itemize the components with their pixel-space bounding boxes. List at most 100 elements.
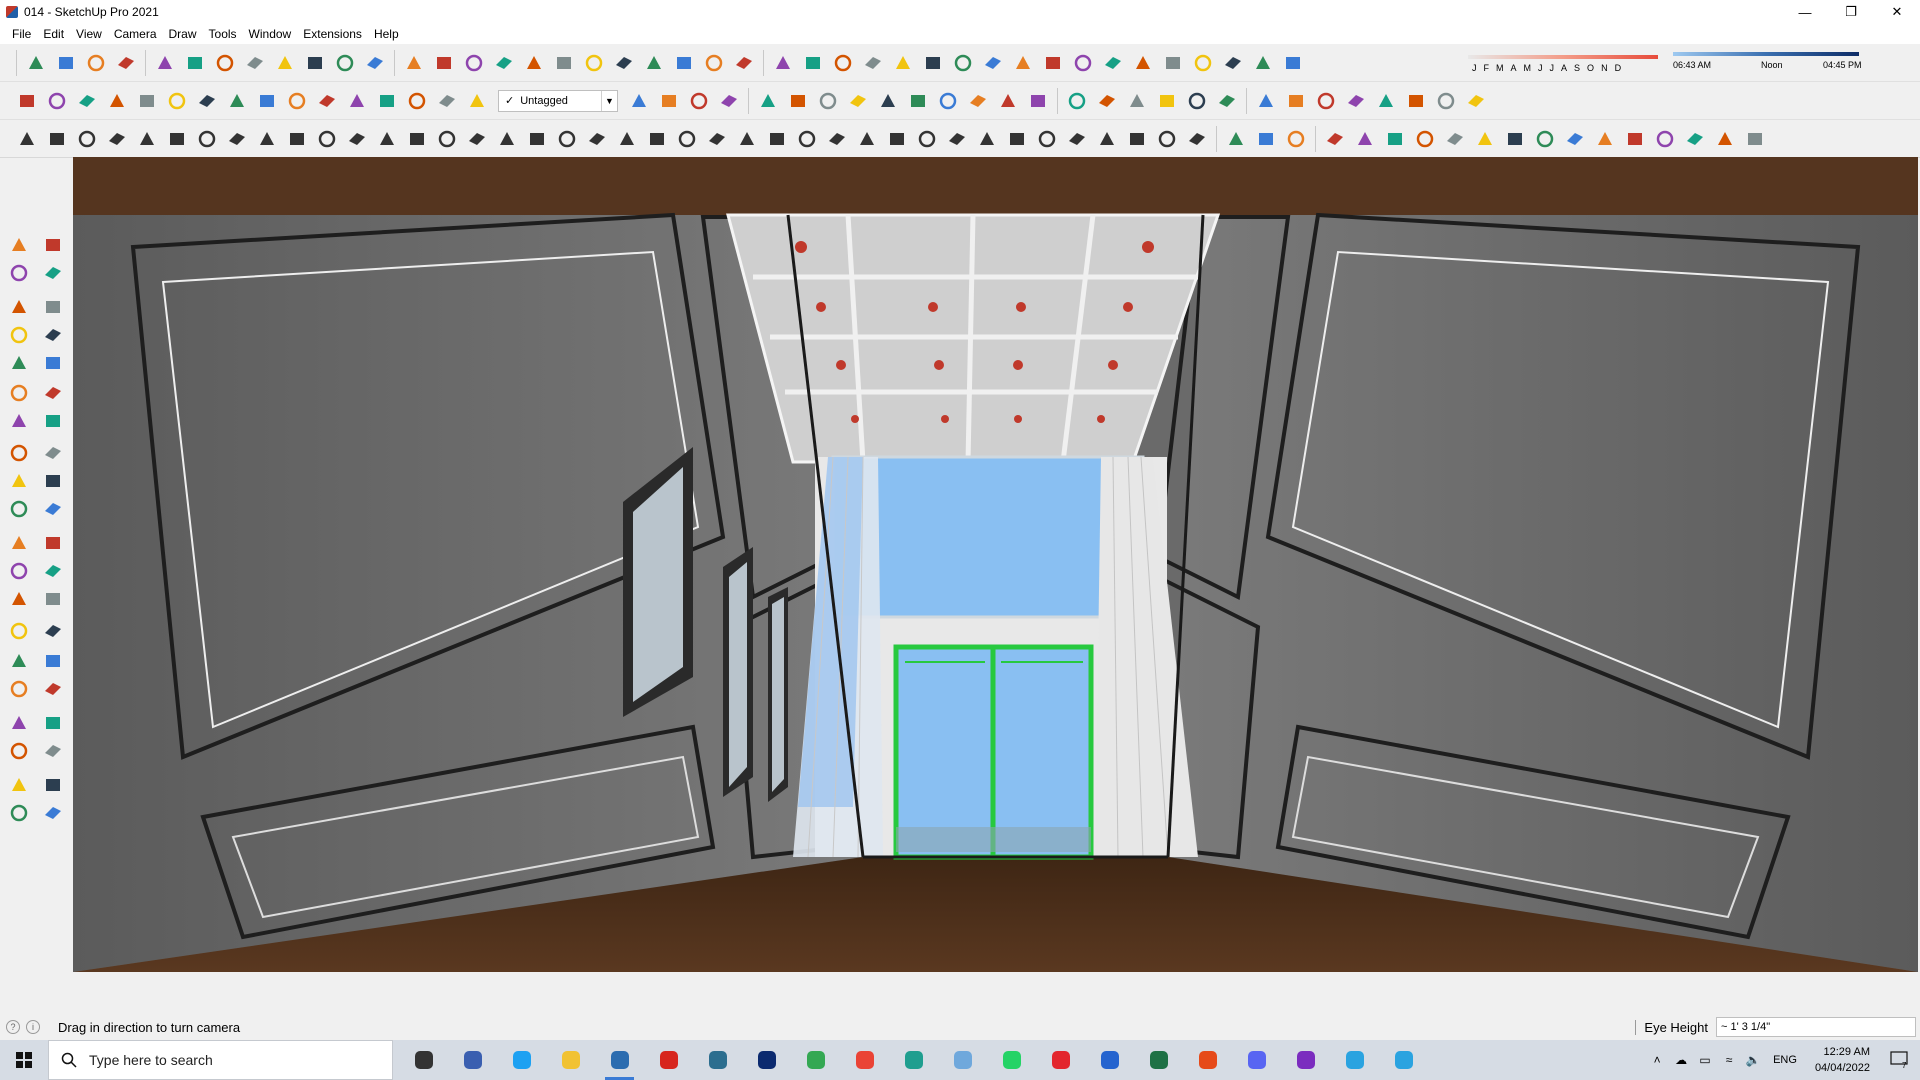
chrome-icon[interactable] — [791, 1040, 840, 1080]
toolbar2-tool-icon-16[interactable] — [624, 86, 654, 116]
toolbar1-tool-icon-4[interactable] — [150, 48, 180, 78]
toolbar2-tool-icon-35[interactable] — [1212, 86, 1242, 116]
toolbar1-tool-icon-9[interactable] — [300, 48, 330, 78]
toolbar3-tool-icon-14[interactable] — [432, 124, 462, 154]
move-icon[interactable] — [4, 438, 34, 468]
toolbar3-tool-icon-50[interactable] — [1530, 124, 1560, 154]
toolbar1-tool-icon-11[interactable] — [360, 48, 390, 78]
toolbar1-tool-icon-13[interactable] — [429, 48, 459, 78]
menu-camera[interactable]: Camera — [108, 27, 163, 41]
text-icon[interactable] — [38, 556, 68, 586]
excel-icon[interactable] — [1134, 1040, 1183, 1080]
time-slider[interactable]: 06:43 AM Noon 04:45 PM — [1673, 52, 1863, 74]
toolbar3-tool-icon-47[interactable] — [1440, 124, 1470, 154]
toolbar3-tool-icon-4[interactable] — [132, 124, 162, 154]
toolbar2-tool-icon-8[interactable] — [252, 86, 282, 116]
toolbar2-tool-icon-10[interactable] — [312, 86, 342, 116]
toolbar3-tool-icon-27[interactable] — [822, 124, 852, 154]
style-builder-icon[interactable] — [938, 1040, 987, 1080]
toolbar2-tool-icon-13[interactable] — [402, 86, 432, 116]
push-pull-icon[interactable] — [38, 438, 68, 468]
menu-edit[interactable]: Edit — [37, 27, 70, 41]
toolbar3-tool-icon-39[interactable] — [1182, 124, 1212, 154]
polygon-icon[interactable] — [38, 348, 68, 378]
toolbar2-tool-icon-22[interactable] — [813, 86, 843, 116]
zoom-extents-icon[interactable] — [4, 674, 34, 704]
toolbar1-tool-icon-18[interactable] — [579, 48, 609, 78]
toolbar1-tool-icon-27[interactable] — [858, 48, 888, 78]
toolbar2-tool-icon-30[interactable] — [1062, 86, 1092, 116]
toolbar3-tool-icon-57[interactable] — [1740, 124, 1770, 154]
vcb-value-field[interactable]: ~ 1' 3 1/4" — [1716, 1017, 1916, 1037]
toolbar2-tool-icon-25[interactable] — [903, 86, 933, 116]
task-view-icon[interactable] — [399, 1040, 448, 1080]
offset-icon[interactable] — [38, 494, 68, 524]
toolbar2-tool-icon-39[interactable] — [1341, 86, 1371, 116]
position-camera-icon[interactable] — [4, 708, 34, 738]
toolbar3-tool-icon-21[interactable] — [642, 124, 672, 154]
toolbar3-tool-icon-55[interactable] — [1680, 124, 1710, 154]
telegram-icon[interactable] — [1330, 1040, 1379, 1080]
toolbar2-tool-icon-14[interactable] — [432, 86, 462, 116]
minimize-icon[interactable]: — — [1782, 0, 1828, 24]
toolbar1-tool-icon-20[interactable] — [639, 48, 669, 78]
toolbar2-tool-icon-33[interactable] — [1152, 86, 1182, 116]
toolbar3-tool-icon-1[interactable] — [42, 124, 72, 154]
toolbar2-tool-icon-3[interactable] — [102, 86, 132, 116]
toolbar2-tool-icon-9[interactable] — [282, 86, 312, 116]
three-point-arc-icon[interactable] — [4, 406, 34, 436]
tray-chevron-icon[interactable]: ˄ — [1645, 1040, 1669, 1080]
toolbar1-tool-icon-37[interactable] — [1158, 48, 1188, 78]
toolbar3-tool-icon-11[interactable] — [342, 124, 372, 154]
toolbar3-tool-icon-56[interactable] — [1710, 124, 1740, 154]
toolbar3-tool-icon-42[interactable] — [1281, 124, 1311, 154]
photoshop-icon[interactable] — [742, 1040, 791, 1080]
toolbar1-tool-icon-35[interactable] — [1098, 48, 1128, 78]
toolbar1-tool-icon-15[interactable] — [489, 48, 519, 78]
two-point-arc-icon[interactable] — [38, 378, 68, 408]
toolbar1-tool-icon-14[interactable] — [459, 48, 489, 78]
rectangle-icon[interactable] — [4, 320, 34, 350]
acrobat-icon[interactable] — [644, 1040, 693, 1080]
toolbar1-tool-icon-30[interactable] — [948, 48, 978, 78]
menu-view[interactable]: View — [70, 27, 108, 41]
pencil-icon[interactable] — [4, 292, 34, 322]
toolbar3-tool-icon-36[interactable] — [1092, 124, 1122, 154]
toolbar3-tool-icon-46[interactable] — [1410, 124, 1440, 154]
toolbar2-tool-icon-0[interactable] — [12, 86, 42, 116]
toolbar2-tool-icon-17[interactable] — [654, 86, 684, 116]
toolbar3-tool-icon-28[interactable] — [852, 124, 882, 154]
toolbar2-tool-icon-28[interactable] — [993, 86, 1023, 116]
toolbar2-tool-icon-29[interactable] — [1023, 86, 1053, 116]
language-indicator[interactable]: ENG — [1765, 1054, 1805, 1066]
component-icon[interactable] — [38, 230, 68, 260]
toolbar2-tool-icon-38[interactable] — [1311, 86, 1341, 116]
toolbar2-tool-icon-27[interactable] — [963, 86, 993, 116]
toolbar3-tool-icon-20[interactable] — [612, 124, 642, 154]
toolbar3-tool-icon-34[interactable] — [1032, 124, 1062, 154]
toolbar1-tool-icon-10[interactable] — [330, 48, 360, 78]
toolbar3-tool-icon-24[interactable] — [732, 124, 762, 154]
toolbar1-tool-icon-31[interactable] — [978, 48, 1008, 78]
sandbox-from-scratch-icon[interactable] — [38, 770, 68, 800]
clock[interactable]: 12:29 AM 04/04/2022 — [1805, 1044, 1880, 1076]
toolbar2-tool-icon-23[interactable] — [843, 86, 873, 116]
paint-bucket-icon[interactable] — [4, 258, 34, 288]
layout-icon[interactable] — [889, 1040, 938, 1080]
toolbar1-tool-icon-41[interactable] — [1278, 48, 1308, 78]
toolbar1-tool-icon-12[interactable] — [399, 48, 429, 78]
axes-icon[interactable] — [4, 584, 34, 614]
toolbar1-tool-icon-23[interactable] — [729, 48, 759, 78]
restore-icon[interactable]: ❐ — [1828, 0, 1874, 24]
toolbar3-tool-icon-2[interactable] — [72, 124, 102, 154]
menu-tools[interactable]: Tools — [203, 27, 243, 41]
toolbar3-tool-icon-35[interactable] — [1062, 124, 1092, 154]
toolbar1-tool-icon-19[interactable] — [609, 48, 639, 78]
toolbar2-tool-icon-19[interactable] — [714, 86, 744, 116]
toolbar2-tool-icon-32[interactable] — [1122, 86, 1152, 116]
select-icon[interactable] — [4, 230, 34, 260]
toolbar1-tool-icon-24[interactable] — [768, 48, 798, 78]
rotate-icon[interactable] — [4, 466, 34, 496]
toolbar3-tool-icon-45[interactable] — [1380, 124, 1410, 154]
menu-window[interactable]: Window — [243, 27, 298, 41]
